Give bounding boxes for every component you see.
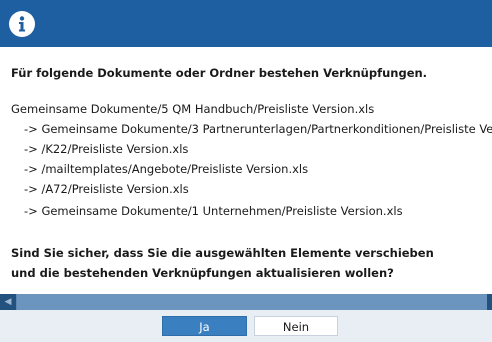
- link-item: -> /mailtemplates/Angebote/Preisliste Ve…: [24, 162, 309, 176]
- dialog-button-bar: Ja Nein: [0, 310, 492, 342]
- message-heading: Für folgende Dokumente oder Ordner beste…: [11, 66, 428, 80]
- confirm-dialog: Für folgende Dokumente oder Ordner beste…: [0, 0, 492, 342]
- question-line-2: und die bestehenden Verknüpfungen aktual…: [11, 266, 394, 280]
- scroll-right-icon[interactable]: [487, 294, 492, 310]
- yes-button[interactable]: Ja: [162, 316, 247, 336]
- question-line-1: Sind Sie sicher, dass Sie die ausgewählt…: [11, 246, 434, 260]
- link-item: -> Gemeinsame Dokumente/3 Partnerunterla…: [24, 122, 492, 136]
- scrollbar-thumb[interactable]: [17, 294, 487, 310]
- scroll-left-icon[interactable]: ◀: [0, 294, 16, 310]
- source-path: Gemeinsame Dokumente/5 QM Handbuch/Preis…: [11, 102, 375, 116]
- link-item: -> /K22/Preisliste Version.xls: [24, 142, 189, 156]
- no-button[interactable]: Nein: [254, 316, 338, 336]
- info-icon: [9, 11, 35, 37]
- dialog-titlebar: [0, 0, 492, 47]
- horizontal-scrollbar[interactable]: ◀: [0, 294, 492, 310]
- link-item: -> Gemeinsame Dokumente/1 Unternehmen/Pr…: [24, 204, 403, 218]
- dialog-message: Für folgende Dokumente oder Ordner beste…: [0, 47, 492, 294]
- link-item: -> /A72/Preisliste Version.xls: [24, 182, 189, 196]
